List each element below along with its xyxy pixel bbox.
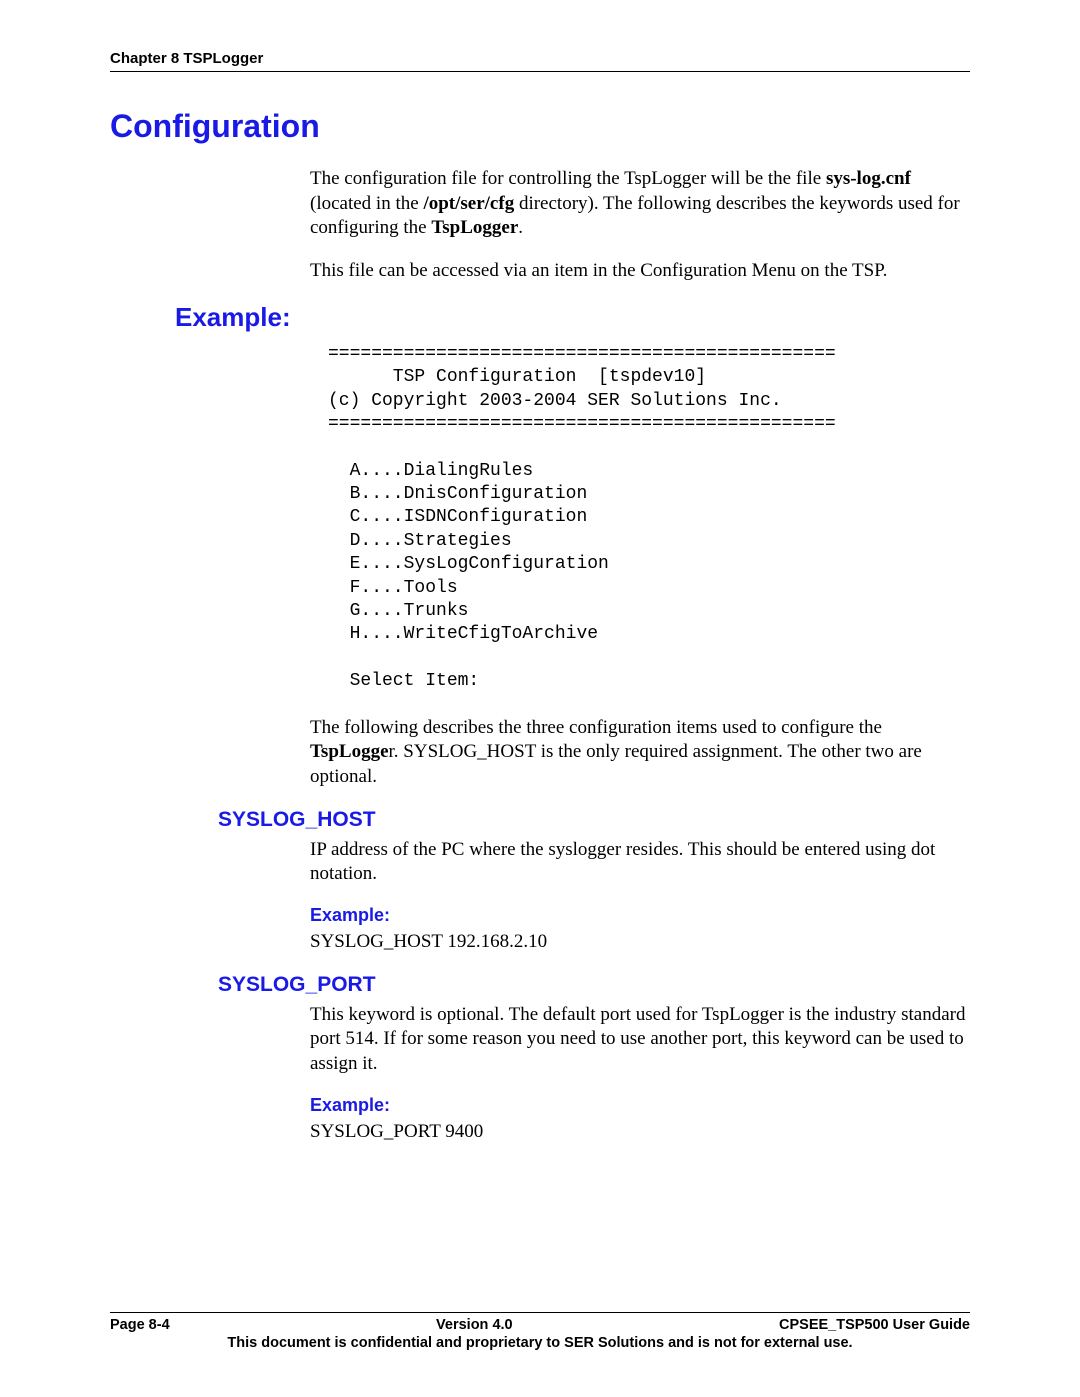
syslog-port-desc: This keyword is optional. The default po… <box>310 1003 970 1077</box>
text-bold: TspLogge <box>310 741 389 762</box>
text: . <box>518 217 523 238</box>
syslog-host-heading: SYSLOG_HOST <box>218 808 970 832</box>
text: r. SYSLOG_HOST is the only required assi… <box>310 741 922 787</box>
page-title: Configuration <box>110 108 970 145</box>
code-container: ========================================… <box>310 343 970 790</box>
text: (located in the <box>310 193 423 214</box>
footer-notice: This document is confidential and propri… <box>110 1335 970 1351</box>
syslog-host-example-value: SYSLOG_HOST 192.168.2.10 <box>310 930 970 955</box>
intro-paragraph-1: The configuration file for controlling t… <box>310 167 970 241</box>
footer-page-number: Page 8-4 <box>110 1317 170 1333</box>
syslog-host-desc: IP address of the PC where the syslogger… <box>310 838 970 887</box>
syslog-port-example-label: Example: <box>310 1095 970 1116</box>
syslog-port-heading: SYSLOG_PORT <box>218 973 970 997</box>
page-footer: Page 8-4 Version 4.0 CPSEE_TSP500 User G… <box>110 1312 970 1351</box>
syslog-port-block: This keyword is optional. The default po… <box>310 1003 970 1145</box>
intro-block: The configuration file for controlling t… <box>310 167 970 284</box>
text-bold: /opt/ser/cfg <box>423 193 514 214</box>
text: The configuration file for controlling t… <box>310 168 826 189</box>
text-bold: TspLogger <box>431 217 518 238</box>
footer-doc-title: CPSEE_TSP500 User Guide <box>779 1317 970 1333</box>
page: Chapter 8 TSPLogger Configuration The co… <box>0 0 1080 1144</box>
example-heading: Example: <box>175 302 970 333</box>
after-code-paragraph: The following describes the three config… <box>310 716 970 790</box>
text: The following describes the three config… <box>310 717 882 738</box>
code-block: ========================================… <box>328 343 970 694</box>
intro-paragraph-2: This file can be accessed via an item in… <box>310 259 970 284</box>
syslog-host-block: IP address of the PC where the syslogger… <box>310 838 970 955</box>
footer-version: Version 4.0 <box>170 1317 779 1333</box>
footer-row: Page 8-4 Version 4.0 CPSEE_TSP500 User G… <box>110 1317 970 1333</box>
page-header: Chapter 8 TSPLogger <box>110 50 970 72</box>
text-bold: sys-log.cnf <box>826 168 911 189</box>
syslog-port-example-value: SYSLOG_PORT 9400 <box>310 1120 970 1145</box>
syslog-host-example-label: Example: <box>310 905 970 926</box>
